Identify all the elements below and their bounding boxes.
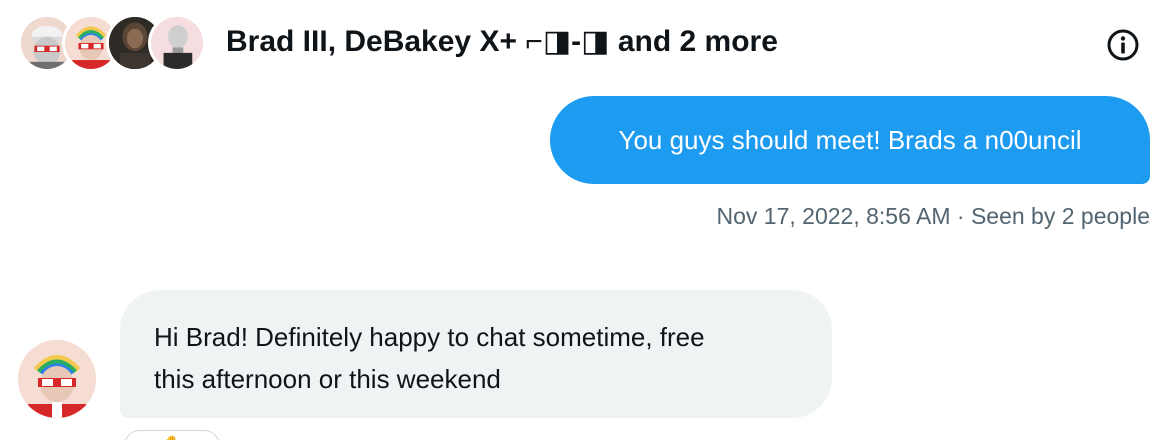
reaction-button[interactable]: ✋ <box>124 430 220 440</box>
participants-avatar-stack[interactable] <box>18 14 206 72</box>
message-meta: Nov 17, 2022, 8:56 AM · Seen by 2 people <box>717 203 1151 230</box>
dm-conversation: Brad III, DeBakey X+ ⌐◨-◨ and 2 more You… <box>0 0 1172 440</box>
reaction-emoji-icon: ✋ <box>161 435 183 440</box>
conversation-header: Brad III, DeBakey X+ ⌐◨-◨ and 2 more <box>0 0 1172 88</box>
outgoing-message-text: You guys should meet! Brads a n00uncil <box>618 124 1082 155</box>
conversation-title: Brad III, DeBakey X+ ⌐◨-◨ and 2 more <box>226 25 778 58</box>
sender-avatar[interactable] <box>18 340 96 418</box>
incoming-message-line-2: this afternoon or this weekend <box>154 364 501 394</box>
incoming-message-bubble[interactable]: Hi Brad! Definitely happy to chat someti… <box>120 290 832 418</box>
info-icon <box>1107 29 1139 61</box>
message-timestamp: Nov 17, 2022, 8:56 AM <box>716 203 951 229</box>
info-button[interactable] <box>1104 26 1142 64</box>
meta-separator: · <box>956 203 965 229</box>
avatar-bald-figure <box>148 14 206 72</box>
seen-status: Seen by 2 people <box>970 203 1150 229</box>
incoming-message-line-1: Hi Brad! Definitely happy to chat someti… <box>154 322 705 352</box>
outgoing-message-bubble[interactable]: You guys should meet! Brads a n00uncil <box>550 96 1150 184</box>
